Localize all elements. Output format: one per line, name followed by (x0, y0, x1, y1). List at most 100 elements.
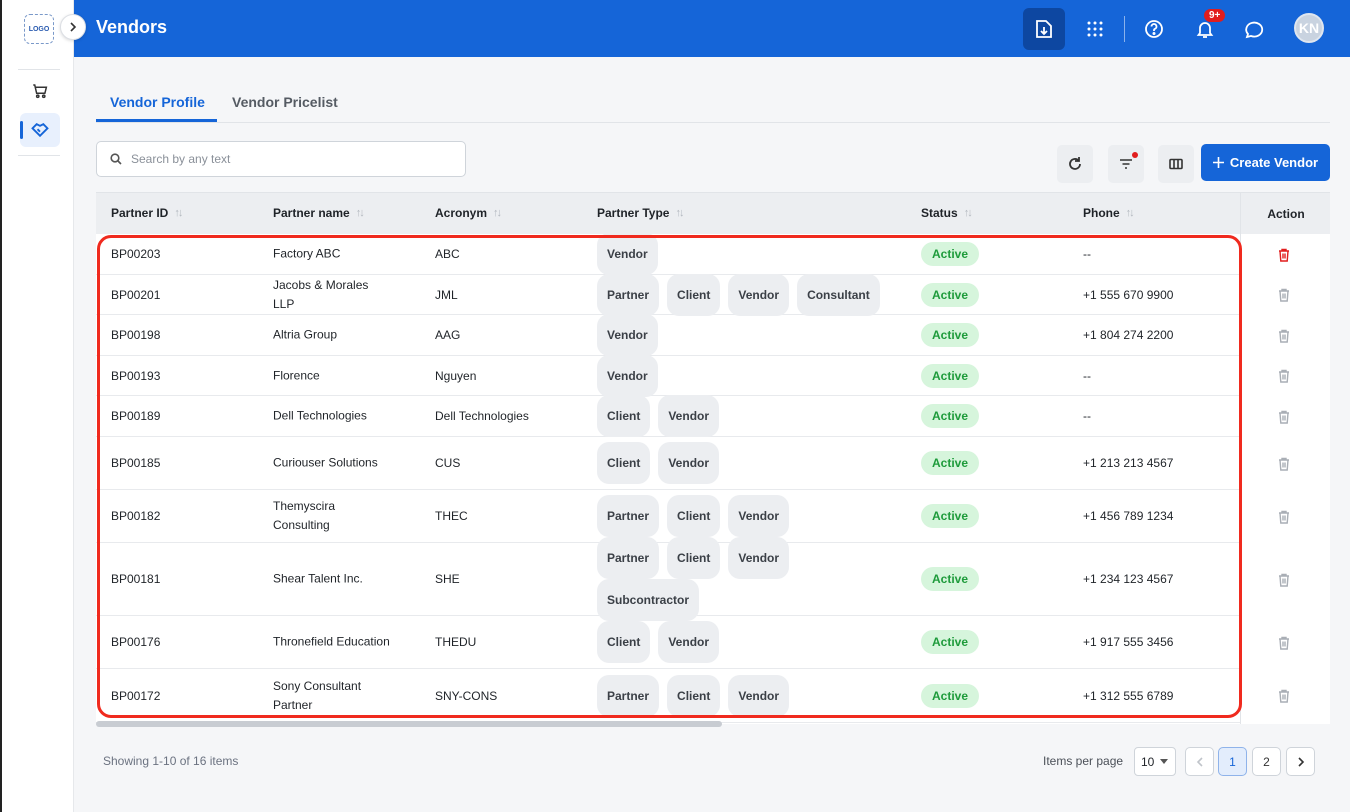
column-header-phone[interactable]: Phone ↑↓ (1083, 206, 1135, 220)
active-tab-underline (96, 119, 217, 122)
chat-button[interactable] (1234, 8, 1276, 50)
next-page-button[interactable] (1286, 747, 1315, 776)
cell-partner-type: Partner Client Vendor (597, 495, 897, 537)
sidebar-item-cart[interactable] (20, 74, 60, 108)
table-row[interactable]: BP00203 Factory ABC ABC Vendor Active -- (96, 233, 1240, 275)
status-badge: Active (921, 363, 980, 388)
cell-partner-name: Themyscira Consulting (273, 499, 336, 532)
file-download-icon (1036, 20, 1052, 38)
table-row[interactable]: BP00193 Florence Nguyen Vendor Active -- (96, 354, 1240, 397)
cell-partner-type: Vendor (597, 314, 897, 356)
bell-icon (1196, 22, 1214, 38)
cell-phone: +1 555 670 9900 (1083, 287, 1174, 302)
cell-partner-name: Altria Group (273, 327, 338, 342)
table-row[interactable]: BP00189 Dell Technologies Dell Technologie… (96, 395, 1240, 437)
cell-partner-id: BP00189 (111, 409, 161, 423)
action-column: Action (1240, 193, 1330, 724)
cell-phone: -- (1083, 368, 1091, 383)
partner-type-chip: Client (667, 273, 721, 316)
avatar[interactable]: KN (1294, 13, 1324, 43)
horizontal-scrollbar[interactable] (96, 721, 722, 727)
delete-button[interactable] (1278, 369, 1290, 386)
columns-button[interactable] (1158, 145, 1194, 183)
column-header-partner-name[interactable]: Partner name ↑↓ (273, 206, 365, 220)
cell-partner-type: Client Vendor (597, 395, 897, 437)
cell-status: Active (921, 323, 980, 347)
caret-down-icon (1160, 759, 1169, 764)
cell-partner-type: Client Vendor (597, 621, 897, 663)
table-row[interactable]: BP00185 Curiouser Solutions CUS Client Vendo… (96, 437, 1240, 490)
refresh-icon (1069, 157, 1081, 170)
delete-button[interactable] (1278, 689, 1290, 706)
create-vendor-button[interactable]: Create Vendor (1201, 144, 1330, 181)
column-header-acronym[interactable]: Acronym ↑↓ (435, 206, 502, 220)
cell-partner-name: Florence (273, 368, 320, 382)
trash-icon (1279, 573, 1289, 587)
tab-vendor-pricelist[interactable]: Vendor Pricelist (232, 94, 338, 110)
table-row[interactable]: BP00181 Shear Talent Inc. SHE Partner Client… (96, 537, 1240, 621)
left-rail: LOGO (0, 0, 74, 812)
refresh-button[interactable] (1057, 145, 1093, 183)
apps-button[interactable] (1074, 8, 1116, 50)
cell-status: Active (921, 504, 980, 528)
tab-vendor-profile[interactable]: Vendor Profile (110, 94, 205, 110)
download-button[interactable] (1023, 8, 1065, 50)
delete-button[interactable] (1278, 288, 1290, 305)
cell-partner-id: BP00203 (111, 247, 161, 261)
cell-acronym: Dell Technologies (435, 409, 529, 423)
status-badge: Active (921, 451, 980, 475)
page-2-button[interactable]: 2 (1252, 747, 1281, 776)
cell-partner-type: Vendor (597, 354, 897, 397)
items-per-page-label: Items per page (1043, 754, 1124, 768)
filter-button[interactable] (1108, 145, 1144, 183)
shopping-cart-icon (33, 84, 48, 99)
column-header-action: Action (1241, 193, 1330, 234)
cell-acronym: THEDU (435, 635, 477, 649)
delete-button[interactable] (1278, 457, 1290, 474)
create-vendor-label: Create Vendor (1229, 155, 1319, 170)
page-title: Vendors (96, 17, 168, 37)
trash-icon (1279, 410, 1289, 424)
chat-icon (1245, 21, 1264, 39)
items-per-page-select[interactable]: 10 (1134, 747, 1176, 776)
trash-icon (1279, 636, 1289, 650)
delete-button[interactable] (1278, 410, 1290, 427)
delete-button[interactable] (1278, 636, 1290, 653)
column-label: Acronym (435, 206, 488, 220)
table-row[interactable]: BP00201 Jacobs & Morales LLP JML Partner Cli… (96, 273, 1240, 316)
table-row[interactable]: BP00176 Thronefield Education THEDU Client V… (96, 616, 1240, 669)
prev-page-button[interactable] (1185, 747, 1214, 776)
cell-status: Active (921, 683, 980, 708)
items-per-page-value: 10 (1141, 754, 1155, 769)
sidebar-item-vendors[interactable] (20, 113, 60, 147)
delete-button[interactable] (1278, 248, 1290, 265)
cell-partner-name: Factory ABC (273, 246, 341, 261)
page-1-button[interactable]: 1 (1218, 747, 1247, 776)
partner-type-chip: Client (597, 621, 651, 663)
table-header: Partner ID ↑↓ Partner name ↑↓ Acronym ↑↓ Pa… (96, 193, 1330, 234)
table-row[interactable]: BP00198 Altria Group AAG Vendor Active +1 804… (96, 314, 1240, 356)
partner-type-chip: Vendor (728, 495, 790, 537)
trash-icon (1279, 329, 1289, 343)
partner-type-chip: Partner (597, 537, 660, 579)
trash-icon (1279, 689, 1289, 703)
delete-button[interactable] (1278, 573, 1290, 590)
delete-button[interactable] (1278, 510, 1290, 527)
column-header-status[interactable]: Status ↑↓ (921, 206, 973, 220)
cell-status: Active (921, 363, 980, 388)
column-label: Status (921, 206, 958, 220)
cell-partner-name: Shear Talent Inc. (273, 571, 363, 586)
partner-type-chip: Subcontractor (597, 579, 700, 621)
delete-button[interactable] (1278, 329, 1290, 346)
help-button[interactable] (1133, 8, 1175, 50)
column-header-partner-type[interactable]: Partner Type ↑↓ (597, 206, 684, 220)
search-input[interactable] (131, 150, 451, 168)
table-row[interactable]: BP00172 Sony Consultant Partner SNY-CONS Pa… (96, 669, 1240, 723)
handshake-icon (31, 123, 49, 138)
cell-acronym: ABC (435, 247, 460, 261)
expand-sidebar-button[interactable] (60, 14, 86, 40)
table-row[interactable]: BP00182 Themyscira Consulting THEC Partner C… (96, 490, 1240, 543)
status-badge: Active (921, 242, 980, 266)
column-header-partner-id[interactable]: Partner ID ↑↓ (111, 206, 183, 220)
chevron-left-icon (1196, 756, 1203, 767)
